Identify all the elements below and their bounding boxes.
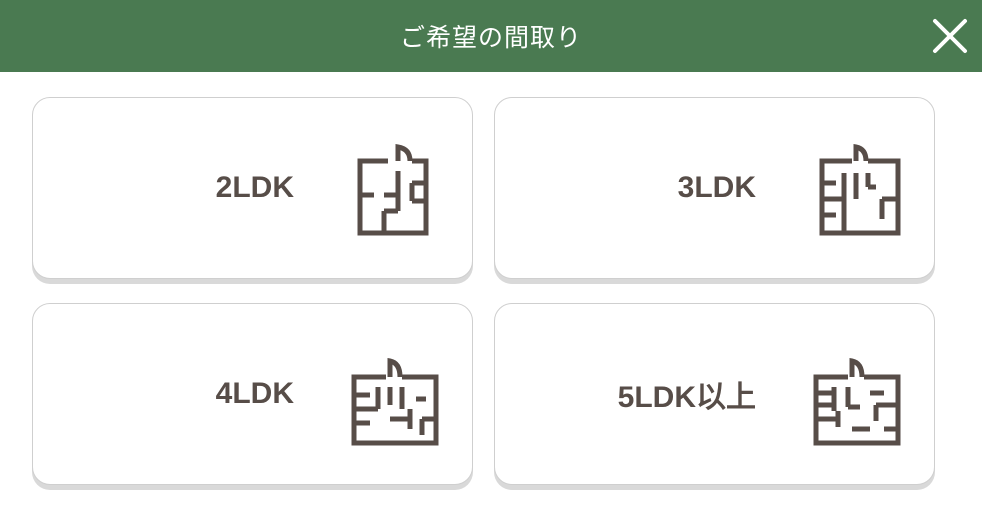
option-label: 3LDK	[677, 171, 756, 204]
option-3ldk-button[interactable]: 3LDK	[494, 97, 935, 279]
floor-plan-icon	[350, 349, 440, 449]
floor-plan-icon	[812, 143, 902, 243]
option-2ldk-button[interactable]: 2LDK	[32, 97, 473, 279]
modal-title: ご希望の間取り	[399, 23, 582, 52]
floor-plan-icon	[350, 143, 440, 243]
option-label: 5LDK以上	[617, 381, 756, 414]
modal-header: ご希望の間取り	[0, 0, 982, 72]
option-label: 4LDK	[215, 377, 294, 410]
option-4ldk-button[interactable]: 4LDK	[32, 303, 473, 485]
option-5ldk-plus-button[interactable]: 5LDK以上	[494, 303, 935, 485]
close-icon	[933, 19, 967, 53]
close-button[interactable]	[928, 14, 972, 58]
option-label: 2LDK	[215, 171, 294, 204]
floor-plan-icon	[812, 349, 902, 449]
